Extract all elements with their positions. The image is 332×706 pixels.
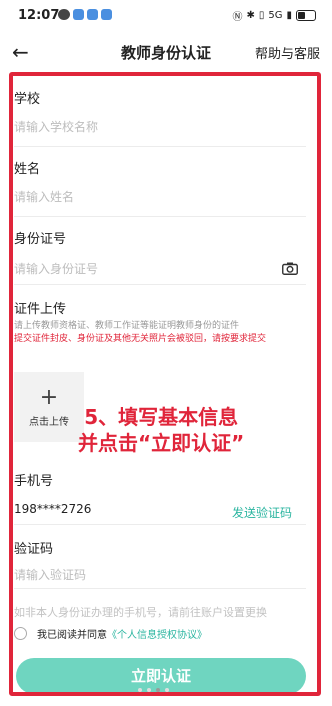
upload-warning: 提交证件封皮、身份证及其他无关照片会被驳回，请按要求提交 [14,334,267,344]
status-bar: 12:07 Ⓝ ✱ ▯ 5G ▮ [0,0,332,30]
name-label: 姓名 [14,162,41,177]
chat-icon [58,9,70,20]
annotation-step: 5、填写基本信息 并点击“立即认证” [78,404,244,456]
camera-icon[interactable] [282,262,298,275]
divider [14,146,306,147]
help-link[interactable]: 帮助与客服 [255,43,320,62]
app-icon [87,9,98,20]
phone-label: 手机号 [14,474,54,489]
notification-icons [58,9,112,20]
phone-note: 如非本人身份证办理的手机号，请前往账户设置更换 [14,606,267,619]
agreement-checkbox[interactable] [14,627,27,640]
id-number-label: 身份证号 [14,232,67,247]
plus-icon: + [39,384,59,410]
send-code-button[interactable]: 发送验证码 [232,506,292,520]
divider [14,216,306,217]
agreement-prefix: 我已阅读并同意 [37,630,107,641]
upload-button[interactable]: + 点击上传 [14,372,84,442]
network-label: 5G [268,10,283,21]
code-label: 验证码 [14,542,54,557]
annotation-line-2: 并点击“立即认证” [78,431,245,455]
school-placeholder: 请输入学校名称 [14,120,99,134]
divider [14,588,306,589]
page-dot [165,688,169,692]
agreement-row[interactable]: 我已阅读并同意 《个人信息授权协议》 [14,626,207,641]
school-label: 学校 [14,92,41,107]
divider [14,524,306,525]
code-input[interactable]: 请输入验证码 [14,566,306,583]
vibrate-icon: ▯ [258,10,265,21]
upload-button-label: 点击上传 [29,416,69,428]
upload-hint: 请上传教师资格证、教师工作证等能证明教师身份的证件 [14,321,240,331]
page-indicator [138,688,169,692]
agreement-link[interactable]: 《个人信息授权协议》 [107,626,207,641]
school-input[interactable]: 请输入学校名称 [14,118,306,135]
annotation-line-1: 5、填写基本信息 [84,405,239,429]
system-icons: Ⓝ ✱ ▯ 5G ▮ [232,8,316,23]
code-placeholder: 请输入验证码 [14,568,87,582]
battery-icon [296,10,316,21]
id-number-input[interactable]: 请输入身份证号 [14,260,306,277]
bluetooth-icon: ✱ [246,10,255,21]
nfc-icon: Ⓝ [232,12,243,23]
school-field: 学校 [14,88,306,107]
page-dot [138,688,142,692]
page-dot [147,688,151,692]
app-icon [73,9,84,20]
name-input[interactable]: 请输入姓名 [14,188,306,205]
status-time: 12:07 [18,8,60,23]
signal-icon: ▮ [286,10,292,21]
id-number-placeholder: 请输入身份证号 [14,262,99,276]
page-dot [156,688,160,692]
name-placeholder: 请输入姓名 [14,190,75,204]
app-icon [101,9,112,20]
divider [14,284,306,285]
app-header: ← 教师身份认证 帮助与客服 [0,34,332,68]
upload-label: 证件上传 [14,302,67,317]
